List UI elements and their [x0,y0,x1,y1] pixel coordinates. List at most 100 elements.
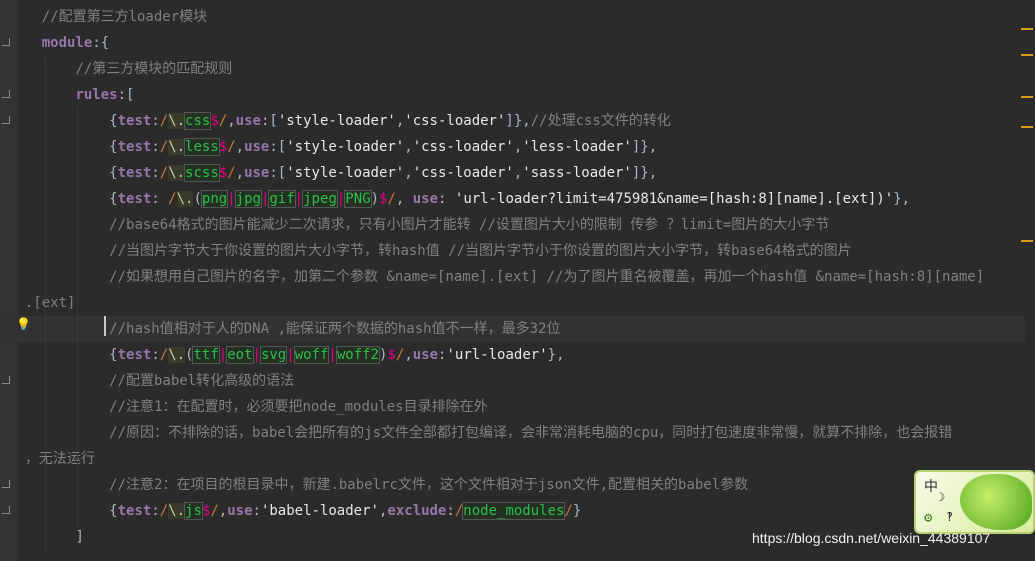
gear-icon[interactable]: ⚙ [924,510,932,526]
code-line[interactable]: //原因：不排除的话，babel会把所有的js文件全部都打包编译，会非常消耗电脑… [0,420,952,446]
moon-icon[interactable]: ☽ [938,490,945,504]
fold-marker-icon[interactable] [2,506,10,514]
code-token: }, [547,347,565,363]
code-token: ) [370,191,379,207]
code-line[interactable]: //如果想用自己图片的名字，加第二个参数 &name=[name].[ext] … [0,264,984,290]
code-line[interactable]: rules:[ [0,82,134,108]
code-line[interactable]: //当图片字节大于你设置的图片大小字节，转hash值 //当图片字节小于你设置的… [0,238,852,264]
help-icon[interactable]: ‽ [946,510,953,524]
code-line[interactable]: {test:/\.(ttf|eot|svg|woff|woff2)$/,use:… [0,342,565,368]
code-token: //处理css文件的转化 [530,113,671,129]
code-line[interactable]: ] [0,524,84,550]
code-line[interactable]: module:{ [0,30,109,56]
code-token: , [395,113,405,129]
code-token: / [227,139,236,155]
code-token: exclude [387,503,447,519]
code-line[interactable]: //注意2：在项目的根目录中，新建.babelrc文件，这个文件相对于json文… [0,472,748,498]
code-line[interactable]: //配置第三方loader模块 [0,4,207,30]
code-token: use [227,503,253,519]
code-token: 'url-loader?limit=475981&name=[hash:8][n… [454,191,894,207]
code-token: \. [168,139,186,155]
code-line[interactable]: //第三方模块的匹配规则 [0,56,232,82]
ime-widget[interactable]: 中 ☽ ⚙ ‽ [914,470,1035,534]
fold-marker-icon[interactable] [2,376,10,384]
ime-language-label[interactable]: 中 [924,476,938,496]
code-token: , [404,347,413,363]
code-token: :[ [260,113,278,129]
code-token: test [117,191,152,207]
scroll-marker[interactable] [1021,96,1033,98]
code-token: //配置第三方loader模块 [41,9,208,25]
code-token: css [184,112,212,130]
code-token: | [252,347,261,363]
code-token: | [294,191,304,207]
code-token: : [151,113,160,129]
code-line[interactable]: {test:/\.scss$/,use:['style-loader','css… [0,160,657,186]
code-token: :[ [117,87,135,103]
code-token: : [446,503,455,519]
code-line[interactable]: //base64格式的图片能减少二次请求，只有小图片才能转 //设置图片大小的限… [0,212,829,238]
code-token: //注意1：在配置时，必须要把node_modules目录排除在外 [109,399,488,415]
code-line[interactable]: //hash值相对于人的DNA ,能保证两个数据的hash值不一样，最多32位 [0,316,1033,342]
code-token: :[ [269,165,287,181]
scroll-marker[interactable] [1021,54,1033,56]
code-token: test [117,347,152,363]
code-token: ] [75,529,84,545]
code-token: //原因：不排除的话，babel会把所有的js文件全部都打包编译，会非常消耗电脑… [109,425,953,441]
code-token: 'style-loader' [286,139,405,155]
code-token: woff [293,346,330,364]
code-token: | [227,191,236,207]
indent-guide [77,108,78,528]
code-line[interactable]: .[ext] [0,290,76,316]
code-token: 'css-loader' [412,139,514,155]
code-token: { [109,191,118,207]
code-token: ]}, [631,139,658,155]
code-token: png [200,190,229,208]
code-token: node_modules [462,502,566,520]
code-token: : [151,347,160,363]
code-token: / [159,139,169,155]
code-token: module [41,35,93,51]
fold-marker-icon[interactable] [2,38,10,46]
code-editor[interactable]: //配置第三方loader模块 module:{ //第三方模块的匹配规则 ru… [0,0,1033,561]
code-line[interactable]: {test:/\.less$/,use:['style-loader','css… [0,134,657,160]
code-token: rules [75,87,118,103]
scroll-marker[interactable] [1021,28,1033,30]
code-token: : [151,191,169,207]
scroll-marker[interactable] [1021,126,1033,128]
code-line[interactable]: ，无法运行 [0,446,95,472]
code-token: $ [387,347,396,363]
code-token: scss [184,164,220,182]
code-line[interactable]: {test:/\.css$/,use:['style-loader','css-… [0,108,671,134]
code-token: use [244,139,270,155]
fold-marker-icon[interactable] [2,90,10,98]
lightbulb-icon[interactable]: 💡 [16,317,31,331]
code-token: //如果想用自己图片的名字，加第二个参数 &name=[name].[ext] … [109,269,985,285]
fold-marker-icon[interactable] [2,480,10,488]
code-token: //第三方模块的匹配规则 [75,61,233,77]
code-token: ]}, [505,113,531,129]
code-line[interactable]: {test: /\.(png|jpg|gif|jpeg|PNG)$/, use:… [0,186,910,212]
code-token: $ [218,165,228,181]
code-token: ，无法运行 [24,451,95,467]
code-line[interactable]: //注意1：在配置时，必须要把node_modules目录排除在外 [0,394,488,420]
code-token: 'css-loader' [412,165,514,181]
code-line[interactable]: {test:/\.js$/,use:'babel-loader',exclude… [0,498,581,524]
scroll-marker[interactable] [1021,240,1033,242]
code-token: ( [193,191,202,207]
fold-marker-icon[interactable] [2,116,10,124]
code-token: //当图片字节大于你设置的图片大小字节，转hash值 //当图片字节小于你设置的… [109,243,852,259]
code-token: PNG [344,190,372,208]
code-token: }, [893,191,911,207]
code-token: { [109,503,118,519]
